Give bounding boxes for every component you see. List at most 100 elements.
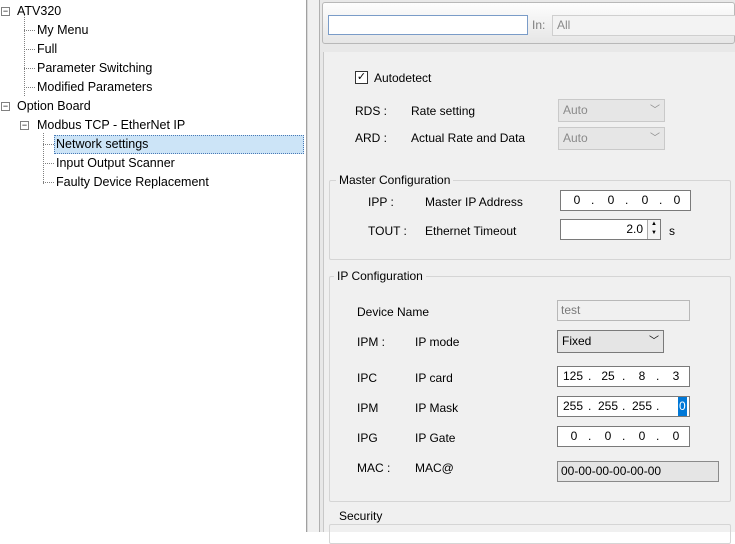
ipc-label: IP card: [415, 371, 453, 385]
spinner-arrows-icon[interactable]: ▲ ▼: [647, 220, 660, 239]
master-ip-field[interactable]: 0 . 0 . 0 . 0: [560, 190, 691, 211]
security-title: Security: [336, 509, 386, 523]
ip-octet: 0: [607, 193, 615, 207]
master-configuration-title: Master Configuration: [336, 173, 454, 187]
mask-code: IPM: [357, 401, 379, 415]
tree-item-input-output-scanner[interactable]: Input Output Scanner: [56, 154, 175, 173]
mac-label: MAC@: [415, 461, 454, 475]
rate-setting-select[interactable]: Auto ﹀: [558, 99, 665, 122]
actual-rate-select[interactable]: Auto ﹀: [558, 127, 665, 150]
ipm-code: IPM :: [357, 335, 386, 349]
ip-octet: 0: [673, 193, 681, 207]
mac-code: MAC :: [357, 461, 391, 475]
ip-octet: 0: [672, 429, 680, 443]
tree-item-full[interactable]: Full: [37, 40, 57, 59]
search-scope-select[interactable]: All: [552, 15, 735, 36]
tree-connector: [43, 133, 44, 184]
tree-connector: [24, 49, 35, 50]
tree-connector: [24, 30, 35, 31]
ard-label: Actual Rate and Data: [411, 131, 526, 145]
autodetect-label: Autodetect: [374, 71, 432, 85]
ethernet-timeout-spinner[interactable]: 2.0 ▲ ▼: [560, 219, 661, 240]
ip-octet: 0: [641, 193, 649, 207]
actual-rate-value: Auto: [563, 131, 588, 145]
pane-splitter[interactable]: [307, 0, 320, 532]
collapse-icon[interactable]: −: [1, 102, 10, 111]
tree-connector: [24, 15, 25, 96]
timeout-unit: s: [669, 224, 675, 238]
mask-label: IP Mask: [415, 401, 459, 415]
chevron-down-icon: ﹀: [650, 133, 660, 144]
tree-item-faulty-device-replacement[interactable]: Faulty Device Replacement: [56, 173, 209, 192]
tree-connector: [43, 182, 54, 183]
selected-octet-text: 0: [678, 397, 687, 416]
collapse-icon[interactable]: −: [1, 7, 10, 16]
ipc-code: IPC: [357, 371, 378, 385]
tree-connector: [24, 68, 35, 69]
ipg-code: IPG: [357, 431, 378, 445]
ip-octet: 255: [597, 399, 619, 413]
collapse-icon[interactable]: −: [20, 121, 29, 130]
autodetect-checkbox[interactable]: ✓: [355, 71, 368, 84]
navigation-tree: − − − ATV320 My Menu Full Parameter Swit…: [0, 0, 307, 532]
tree-connector: [43, 144, 54, 145]
search-toolbar: In: All: [322, 2, 735, 44]
ip-octet: 25: [601, 369, 615, 383]
search-input[interactable]: [328, 15, 528, 35]
ip-octet: 3: [672, 369, 680, 383]
ip-dot: .: [625, 193, 629, 207]
rate-setting-value: Auto: [563, 103, 588, 117]
tree-connector: [43, 163, 54, 164]
device-name-field[interactable]: test: [557, 300, 690, 321]
ipg-label: IP Gate: [415, 431, 456, 445]
tree-item-option-board[interactable]: Option Board: [17, 97, 91, 116]
ip-dot: .: [622, 429, 626, 443]
settings-pane: In: All ✓ Autodetect RDS : Rate setting …: [320, 0, 735, 544]
tree-item-network-settings[interactable]: Network settings: [54, 135, 304, 154]
rds-label: Rate setting: [411, 104, 476, 118]
ard-code: ARD :: [355, 131, 388, 145]
tree-item-modified-parameters[interactable]: Modified Parameters: [37, 78, 152, 97]
ip-dot: .: [656, 399, 660, 413]
ip-mode-value: Fixed: [562, 334, 592, 348]
security-group: [329, 524, 731, 544]
ip-octet: 125: [562, 369, 584, 383]
checkmark-icon: ✓: [356, 71, 367, 83]
ip-mask-field[interactable]: 255 . 255 . 255 . 0: [557, 396, 690, 417]
ip-dot: .: [588, 369, 592, 383]
chevron-down-icon: ﹀: [649, 336, 659, 347]
ip-dot: .: [588, 399, 592, 413]
ip-gate-field[interactable]: 0 . 0 . 0 . 0: [557, 426, 690, 447]
ip-dot: .: [656, 429, 660, 443]
ipp-code: IPP :: [368, 195, 394, 209]
ip-octet: 255: [631, 399, 653, 413]
rds-code: RDS :: [355, 104, 388, 118]
tout-code: TOUT :: [368, 224, 407, 238]
ip-octet: 0: [570, 429, 578, 443]
mac-address-field[interactable]: 00-00-00-00-00-00: [557, 461, 719, 482]
ip-dot: .: [659, 193, 663, 207]
device-name-label: Device Name: [357, 305, 430, 319]
ip-octet: 0: [604, 429, 612, 443]
ip-mode-select[interactable]: Fixed ﹀: [557, 330, 664, 353]
chevron-down-icon: ﹀: [650, 105, 660, 116]
timeout-value: 2.0: [626, 222, 643, 236]
search-scope-label: In:: [532, 18, 546, 32]
tree-item-modbus-tcp[interactable]: Modbus TCP - EtherNet IP: [37, 116, 185, 135]
ip-dot: .: [622, 399, 626, 413]
tree-item-atv320[interactable]: ATV320: [17, 2, 61, 21]
tout-label: Ethernet Timeout: [425, 224, 517, 238]
tree-item-parameter-switching[interactable]: Parameter Switching: [37, 59, 152, 78]
ip-octet: 0: [638, 429, 646, 443]
ip-dot: .: [622, 369, 626, 383]
ip-configuration-title: IP Configuration: [334, 269, 426, 283]
ip-octet: 255: [562, 399, 584, 413]
ip-dot: .: [591, 193, 595, 207]
settings-content: ✓ Autodetect RDS : Rate setting Auto ﹀ A…: [323, 52, 735, 544]
ipp-label: Master IP Address: [425, 195, 523, 209]
ip-card-field[interactable]: 125 . 25 . 8 . 3: [557, 366, 690, 387]
ip-dot: .: [588, 429, 592, 443]
ip-octet: 8: [638, 369, 646, 383]
ip-octet: 0: [573, 193, 581, 207]
tree-item-my-menu[interactable]: My Menu: [37, 21, 88, 40]
